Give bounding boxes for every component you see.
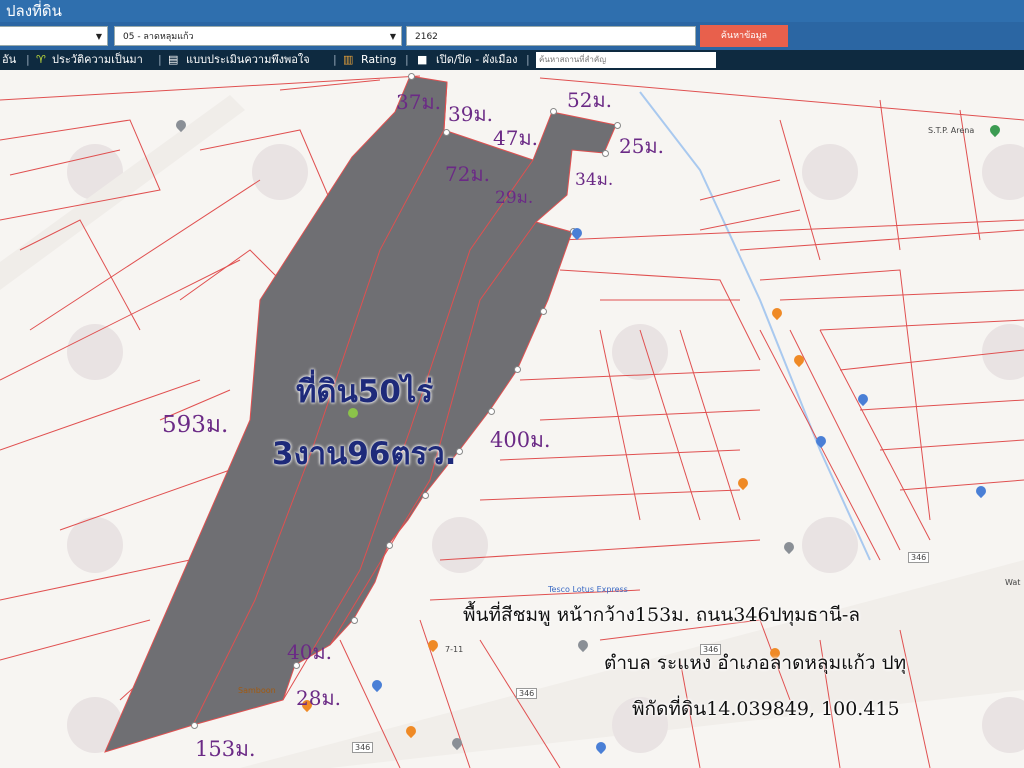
vertex-dot [614, 122, 621, 129]
sprout-icon: ♈ [36, 53, 46, 66]
vertex-dot [422, 492, 429, 499]
parcel-map[interactable]: S.T.P. Arena Tesco Lotus Express 7-11 Sa… [0, 70, 1024, 768]
poi-label: S.T.P. Arena [928, 126, 975, 135]
vertex-dot [488, 408, 495, 415]
search-button[interactable]: ค้นหาข้อมูล [700, 25, 788, 47]
measurement-label: 47ม. [493, 126, 538, 150]
caption-line2: ตำบล ระแหง อำเภอลาดหลุมแก้ว ปทุ [604, 652, 907, 674]
toolbar-zoning-toggle[interactable]: เปิด/ปิด - ผังเมือง [436, 50, 518, 70]
poi-label: Wat [1005, 578, 1021, 587]
measurement-label: 28ม. [296, 686, 341, 710]
district-select[interactable]: 05 - ลาดหลุมแก้ว ▼ [114, 26, 402, 46]
measurement-label: 72ม. [445, 162, 490, 186]
vertex-dot [386, 542, 393, 549]
chevron-down-icon: ▼ [389, 32, 396, 41]
measurement-label: 153ม. [195, 737, 256, 761]
checkbox-icon[interactable]: ■ [417, 50, 427, 70]
caption-line3: พิกัดที่ดิน14.039849, 100.415 [632, 698, 900, 720]
measurement-label: 400ม. [490, 428, 551, 452]
vertex-dot [191, 722, 198, 729]
route-shield: 346 [908, 552, 930, 563]
measurement-label: 40ม. [287, 640, 332, 664]
province-select[interactable]: ▼ [0, 26, 108, 46]
area-label-line1: ที่ดิน50ไร่ [296, 374, 434, 410]
vertex-dot [456, 448, 463, 455]
vertex-dot [550, 108, 557, 115]
toolbar-item-0[interactable]: อัน [2, 50, 16, 70]
measurement-label: 25ม. [619, 134, 664, 158]
vertex-dot [408, 73, 415, 80]
vertex-dot [514, 366, 521, 373]
app-title: ปลงที่ดิน [0, 0, 1024, 22]
toolbar: อัน | ♈ ประวัติความเป็นมา | ▤ แบบประเมิน… [0, 50, 1024, 70]
vertex-dot [540, 308, 547, 315]
route-shield: 346 [352, 742, 374, 753]
measurement-label: 34ม. [575, 170, 614, 190]
area-label-line2: 3งาน96ตรว. [272, 436, 457, 472]
poi-label: Samboon [238, 686, 276, 695]
district-select-value: 05 - ลาดหลุมแก้ว [123, 32, 194, 42]
document-icon: ▤ [168, 53, 179, 66]
measurement-label: 37ม. [396, 90, 441, 114]
poi-label: 7-11 [445, 645, 464, 654]
toolbar-history[interactable]: ประวัติความเป็นมา [52, 50, 143, 70]
toolbar-survey[interactable]: แบบประเมินความพึงพอใจ [186, 50, 310, 70]
parcel-number-input[interactable]: 2162 [406, 26, 696, 46]
vertex-dot [443, 129, 450, 136]
vertex-dot [602, 150, 609, 157]
measurement-label: 29ม. [495, 188, 534, 208]
toolbar-rating[interactable]: Rating [361, 50, 396, 70]
landmark-search-input[interactable]: ค้นหาสถานที่สำคัญ [536, 52, 716, 68]
measurement-label: 593ม. [162, 412, 229, 438]
caption-line1: พื้นที่สีชมพู หน้ากว้าง153ม. ถนน346ปทุมธ… [463, 604, 860, 626]
chevron-down-icon: ▼ [95, 32, 102, 41]
vertex-dot [351, 617, 358, 624]
search-bar: ▼ 05 - ลาดหลุมแก้ว ▼ 2162 ค้นหาข้อมูล [0, 22, 1024, 50]
poi-label: Tesco Lotus Express [548, 585, 628, 594]
chart-icon: ▥ [343, 53, 354, 66]
measurement-label: 52ม. [567, 88, 612, 112]
measurement-label: 39ม. [448, 102, 493, 126]
route-shield: 346 [516, 688, 538, 699]
